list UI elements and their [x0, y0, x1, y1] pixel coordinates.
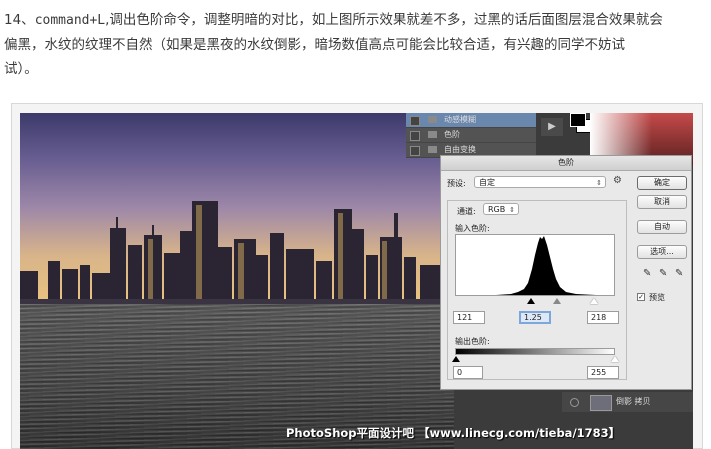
folder-icon: [428, 146, 437, 153]
levels-dialog: 色阶 预设: 自定 ⇕ ⚙ 通道: RGB ⇕ 输入色阶: 121 1.25 2…: [440, 155, 692, 390]
channel-select[interactable]: RGB ⇕: [483, 203, 519, 215]
preset-label: 预设:: [447, 179, 466, 188]
layer-thumbnail: [590, 395, 612, 411]
output-black-slider[interactable]: [452, 356, 460, 362]
dialog-title: 色阶: [441, 156, 691, 171]
visibility-icon[interactable]: [410, 146, 420, 156]
histogram: [455, 234, 615, 296]
foreground-color-swatch[interactable]: [570, 113, 586, 127]
black-point-slider[interactable]: [527, 298, 535, 304]
preview-label: 预览: [649, 293, 665, 302]
step-number: 14、: [4, 12, 35, 28]
histogram-graph: [456, 236, 614, 295]
select-arrow-icon: ⇕: [596, 179, 602, 187]
shortcut-text: command+L: [34, 13, 106, 28]
layer-name: 倒影 拷贝: [616, 397, 651, 406]
layer-row-bottom[interactable]: 倒影 拷贝: [562, 392, 693, 412]
layer-name: 动感模糊: [444, 115, 476, 124]
article-paragraph: 14、command+L,调出色阶命令，调整明暗的对比，如上图所示效果就差不多，…: [4, 8, 704, 81]
article-line-2: 偏黑，水纹的纹理不自然（如果是黑夜的水纹倒影，暗场数值高点可能会比较合适，有兴趣…: [4, 37, 625, 53]
white-point-slider[interactable]: [590, 298, 598, 304]
channel-label: 通道:: [457, 207, 476, 216]
city-skyline: [20, 201, 454, 313]
preview-checkbox[interactable]: ✓: [637, 293, 645, 301]
layers-panel: 动感模糊 色阶 自由变换: [406, 113, 536, 158]
canvas-image: [20, 113, 454, 449]
watermark-text: PhotoShop平面设计吧 【www.linecg.com/tieba/178…: [286, 426, 621, 440]
output-white-slider[interactable]: [611, 356, 619, 362]
layer-row[interactable]: 色阶: [406, 128, 536, 143]
gray-eyedropper-icon[interactable]: ✎: [659, 268, 667, 279]
folder-icon: [428, 116, 437, 123]
cancel-button[interactable]: 取消: [637, 195, 687, 209]
play-icon[interactable]: ▶: [541, 118, 563, 136]
input-gamma-field[interactable]: 1.25: [519, 311, 551, 324]
visibility-icon[interactable]: [410, 131, 420, 141]
white-eyedropper-icon[interactable]: ✎: [675, 268, 683, 279]
input-levels-label: 输入色阶:: [455, 224, 490, 233]
folder-icon: [428, 131, 437, 138]
gear-icon[interactable]: ⚙: [613, 175, 622, 186]
output-white-field[interactable]: 255: [587, 366, 619, 379]
midtone-slider[interactable]: [553, 298, 561, 304]
options-button[interactable]: 选项...: [637, 245, 687, 259]
preset-value: 自定: [479, 178, 495, 187]
input-white-field[interactable]: 218: [587, 311, 619, 324]
article-line-1-rest: ,调出色阶命令，调整明暗的对比，如上图所示效果就差不多，过黑的话后面图层混合效果…: [105, 12, 663, 28]
input-black-field[interactable]: 121: [453, 311, 485, 324]
output-black-field[interactable]: 0: [453, 366, 483, 379]
eye-icon[interactable]: [570, 398, 579, 407]
ok-button[interactable]: 确定: [637, 176, 687, 190]
auto-button[interactable]: 自动: [637, 220, 687, 234]
layer-name: 色阶: [444, 130, 460, 139]
channel-value: RGB: [488, 205, 506, 214]
preset-select[interactable]: 自定 ⇕: [474, 176, 606, 188]
layer-row[interactable]: 动感模糊: [406, 113, 536, 128]
output-gradient-bar: [455, 348, 615, 355]
article-line-1: 14、command+L,调出色阶命令，调整明暗的对比，如上图所示效果就差不多，…: [4, 8, 704, 33]
visibility-icon[interactable]: [410, 116, 420, 126]
article-line-3: 试）。: [4, 61, 38, 77]
black-eyedropper-icon[interactable]: ✎: [643, 268, 651, 279]
output-levels-label: 输出色阶:: [455, 337, 490, 346]
select-arrow-icon: ⇕: [509, 206, 515, 214]
